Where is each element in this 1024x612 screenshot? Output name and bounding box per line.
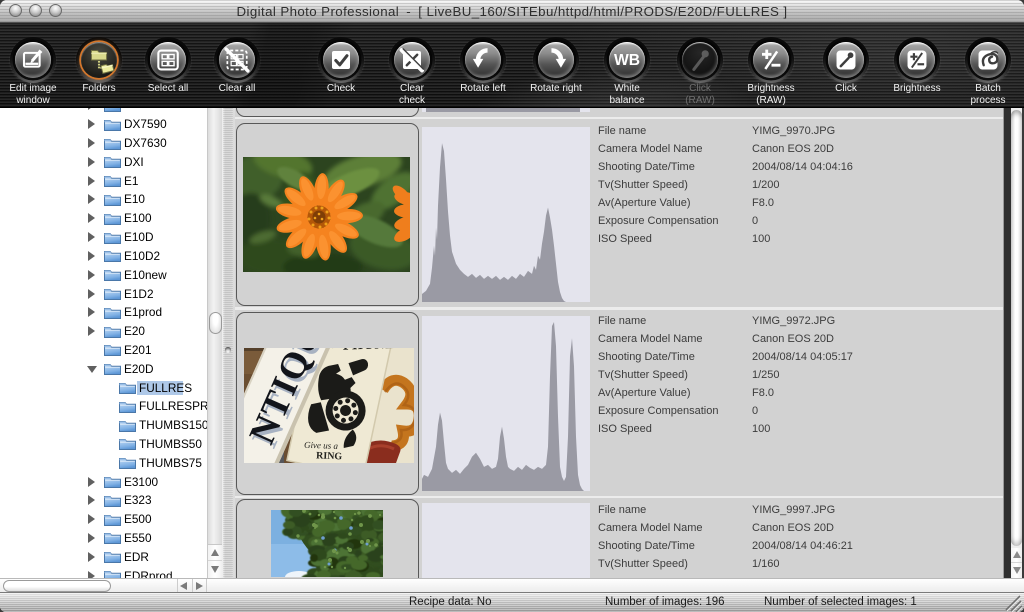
svg-text:RING: RING: [316, 450, 343, 462]
svg-text:as: as: [331, 348, 340, 351]
svg-text:Give us a: Give us a: [304, 440, 339, 451]
svg-text:WB: WB: [614, 52, 640, 69]
